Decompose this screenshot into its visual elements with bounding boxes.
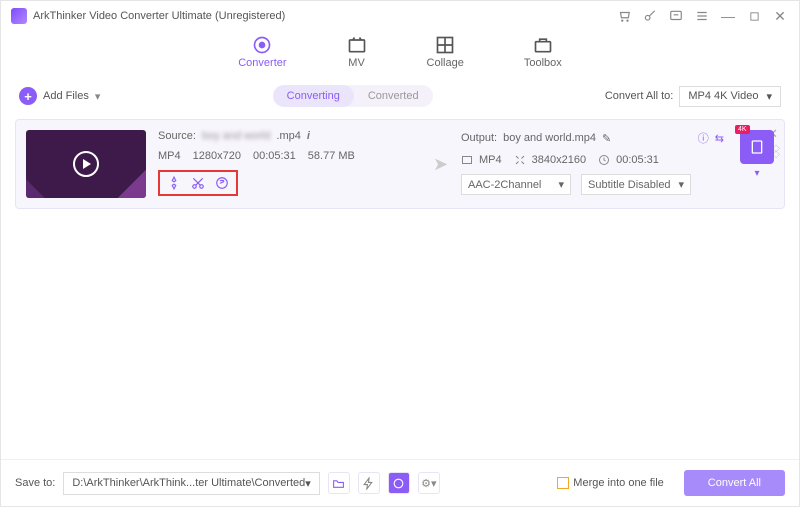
out-resolution: 3840x2160: [532, 154, 586, 166]
out-format: MP4: [479, 154, 502, 166]
tab-collage[interactable]: Collage: [427, 35, 464, 69]
chevron-down-icon: ▾: [305, 477, 311, 490]
checkbox-icon: [557, 477, 569, 489]
clock-icon: [598, 154, 610, 166]
mv-icon: [347, 35, 367, 55]
source-resolution: 1280x720: [193, 150, 241, 162]
chevron-down-icon: ▾: [558, 178, 564, 191]
chevron-down-icon: ▾: [754, 168, 759, 179]
chevron-down-icon: ▾: [766, 90, 772, 103]
main-tabs: Converter MV Collage Toolbox: [1, 31, 799, 79]
profile-4k-icon: [740, 130, 774, 164]
settings-output-icon[interactable]: ⇆: [715, 132, 724, 145]
save-path-select[interactable]: D:\ArkThinker\ArkThink...ter Ultimate\Co…: [63, 472, 319, 495]
output-filename: boy and world.mp4: [503, 132, 596, 144]
minimize-icon[interactable]: —: [719, 7, 737, 25]
out-duration: 00:05:31: [616, 154, 659, 166]
feedback-icon[interactable]: [667, 7, 685, 25]
converter-icon: [252, 35, 272, 55]
save-to-label: Save to:: [15, 477, 55, 489]
convert-all-button[interactable]: Convert All: [684, 470, 785, 496]
close-icon[interactable]: ✕: [771, 7, 789, 25]
convert-all-to: Convert All to: MP4 4K Video ▾: [605, 86, 781, 107]
merge-label: Merge into one file: [573, 477, 664, 489]
app-logo-icon: [11, 8, 27, 24]
info-icon[interactable]: i: [307, 130, 310, 142]
key-icon[interactable]: [641, 7, 659, 25]
toolbox-icon: [533, 35, 553, 55]
source-duration: 00:05:31: [253, 150, 296, 162]
maximize-icon[interactable]: [745, 7, 763, 25]
source-ext: .mp4: [276, 130, 300, 142]
video-thumbnail[interactable]: [26, 130, 146, 198]
source-format: MP4: [158, 150, 181, 162]
chevron-down-icon: ▾: [95, 90, 101, 103]
pill-converted[interactable]: Converted: [354, 85, 433, 107]
tab-converter[interactable]: Converter: [238, 35, 286, 69]
tab-mv[interactable]: MV: [347, 35, 367, 69]
subtitle-select[interactable]: Subtitle Disabled▾: [581, 174, 691, 195]
settings-icon[interactable]: ⚙▾: [418, 472, 440, 494]
pill-converting[interactable]: Converting: [273, 85, 354, 107]
compress-icon[interactable]: [166, 175, 182, 191]
arrow-right-icon: ➤: [433, 154, 449, 175]
window-title: ArkThinker Video Converter Ultimate (Unr…: [33, 10, 285, 22]
edit-icon[interactable]: [214, 175, 230, 191]
tab-label: Toolbox: [524, 57, 562, 69]
edit-tools-highlight: [158, 170, 238, 196]
convert-all-label: Convert All to:: [605, 90, 673, 102]
tab-label: MV: [348, 57, 365, 69]
save-path: D:\ArkThinker\ArkThink...ter Ultimate\Co…: [72, 477, 305, 489]
add-files-label: Add Files: [43, 90, 89, 102]
format-selected: MP4 4K Video: [688, 90, 758, 102]
high-speed-icon[interactable]: [388, 472, 410, 494]
output-label: Output:: [461, 132, 497, 144]
chevron-down-icon: ▾: [678, 178, 684, 191]
source-column: Source: boy and world .mp4 i MP4 1280x720…: [158, 130, 421, 198]
plus-icon: +: [19, 87, 37, 105]
cart-icon[interactable]: [615, 7, 633, 25]
menu-icon[interactable]: [693, 7, 711, 25]
rename-icon[interactable]: ✎: [602, 132, 611, 145]
output-format-select[interactable]: MP4 4K Video ▾: [679, 86, 781, 107]
hardware-accel-icon[interactable]: [358, 472, 380, 494]
info-output-icon[interactable]: ⓘ: [698, 130, 709, 146]
tab-toolbox[interactable]: Toolbox: [524, 35, 562, 69]
open-folder-icon[interactable]: [328, 472, 350, 494]
output-column: Output: boy and world.mp4 ✎ ⓘ ⇆ MP4 3840…: [461, 130, 724, 198]
audio-select[interactable]: AAC-2Channel▾: [461, 174, 571, 195]
status-pills: Converting Converted: [273, 85, 433, 107]
video-icon: [461, 154, 473, 166]
resolution-icon: [514, 154, 526, 166]
source-size: 58.77 MB: [308, 150, 355, 162]
tab-label: Collage: [427, 57, 464, 69]
collage-icon: [435, 35, 455, 55]
play-icon: [73, 151, 99, 177]
merge-checkbox[interactable]: Merge into one file: [557, 477, 664, 489]
source-label: Source:: [158, 130, 196, 142]
footer: Save to: D:\ArkThinker\ArkThink...ter Ul…: [1, 459, 799, 506]
add-files-button[interactable]: + Add Files ▾: [19, 87, 100, 105]
output-profile[interactable]: ▾: [740, 130, 774, 198]
titlebar: ArkThinker Video Converter Ultimate (Unr…: [1, 1, 799, 31]
toolbar: + Add Files ▾ Converting Converted Conve…: [1, 79, 799, 113]
source-filename: boy and world: [202, 130, 271, 142]
tab-label: Converter: [238, 57, 286, 69]
cut-icon[interactable]: [190, 175, 206, 191]
file-item: ✕ ◇◇ Source: boy and world.mp4 i MP4 128…: [15, 119, 785, 209]
